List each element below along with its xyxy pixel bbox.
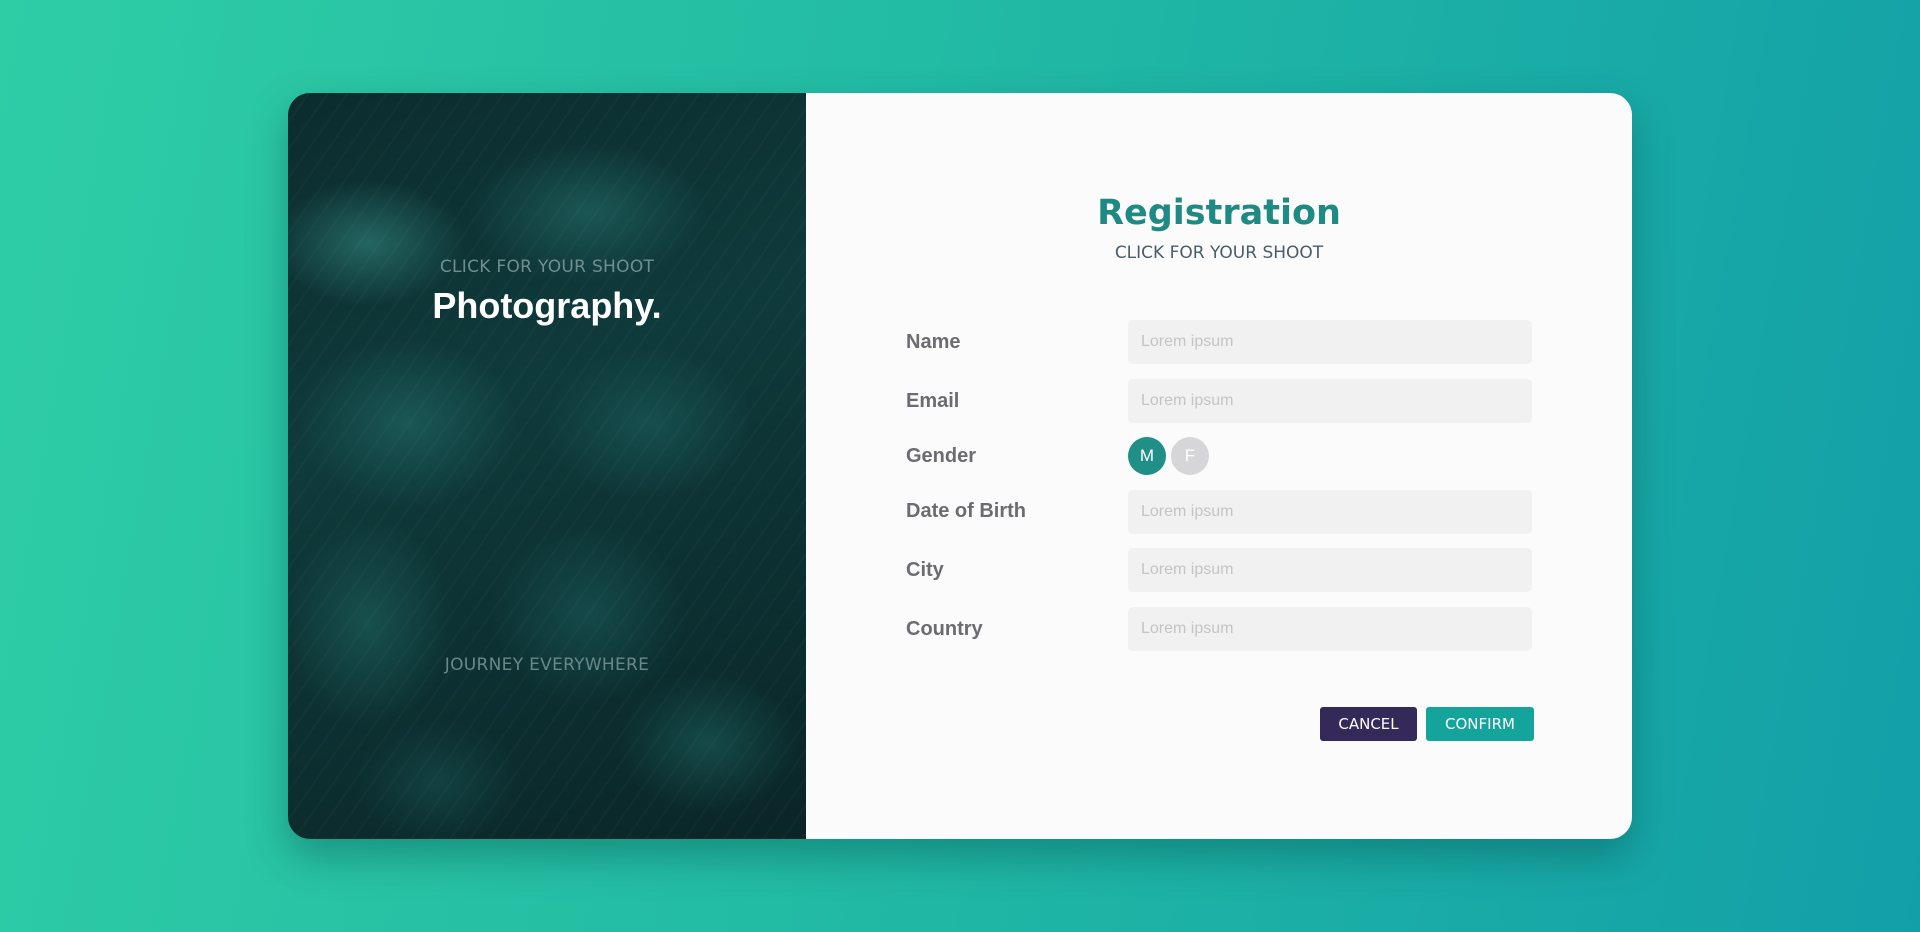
registration-card: CLICK FOR YOUR SHOOT Photography. JOURNE… (288, 93, 1632, 839)
photo-panel: CLICK FOR YOUR SHOOT Photography. JOURNE… (288, 93, 806, 839)
gender-label: Gender (906, 445, 977, 467)
form-title: Registration (1097, 193, 1341, 233)
country-input[interactable] (1128, 607, 1532, 651)
email-label: Email (906, 390, 960, 412)
gender-male-option[interactable]: M (1128, 437, 1166, 475)
dob-input[interactable] (1128, 490, 1532, 534)
photo-panel-subtitle: CLICK FOR YOUR SHOOT (439, 257, 655, 277)
confirm-button[interactable]: CONFIRM (1426, 707, 1534, 741)
form-panel: Registration CLICK FOR YOUR SHOOT Name E… (806, 93, 1632, 839)
city-label: City (906, 559, 944, 581)
leaf-background-image (288, 93, 806, 839)
cancel-button[interactable]: CANCEL (1320, 707, 1417, 741)
country-label: Country (906, 618, 983, 640)
photo-panel-footer: JOURNEY EVERYWHERE (444, 655, 650, 675)
dob-label: Date of Birth (906, 500, 1026, 522)
photo-panel-title: Photography. (432, 285, 662, 326)
form-subtitle: CLICK FOR YOUR SHOOT (1114, 243, 1324, 263)
city-input[interactable] (1128, 548, 1532, 592)
name-label: Name (906, 331, 961, 353)
gender-female-option[interactable]: F (1171, 437, 1209, 475)
name-input[interactable] (1128, 320, 1532, 364)
photo-panel-header: CLICK FOR YOUR SHOOT Photography. (288, 257, 806, 327)
email-input[interactable] (1128, 379, 1532, 423)
